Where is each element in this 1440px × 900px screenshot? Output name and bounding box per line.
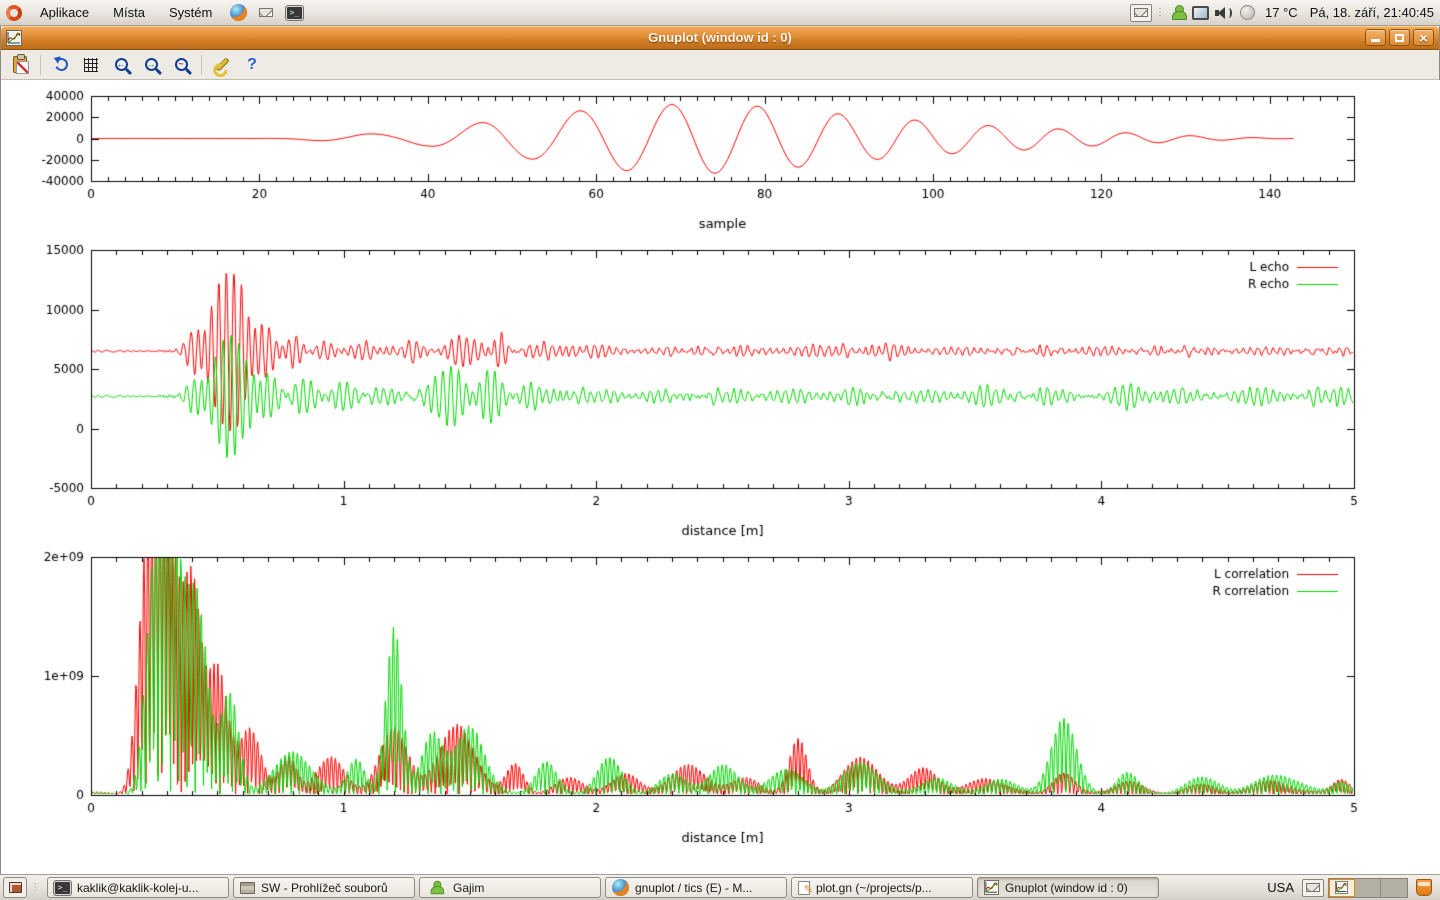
configure-button[interactable] <box>209 53 235 77</box>
task-label: plot.gn (~/projects/p... <box>816 881 932 895</box>
gnuplot-icon <box>984 880 999 895</box>
firefox-icon <box>612 879 629 896</box>
message-icon <box>1134 8 1148 17</box>
envelope-icon <box>259 8 273 17</box>
ubuntu-logo-icon <box>6 5 22 21</box>
window-titlebar[interactable]: Gnuplot (window id : 0) × <box>1 26 1439 50</box>
task-label: Gajim <box>453 881 484 895</box>
wrench-icon <box>215 57 229 71</box>
task-label: SW - Prohlížeč souborů <box>261 881 388 895</box>
task-text-editor[interactable]: plot.gn (~/projects/p... <box>791 877 973 898</box>
menu-applications[interactable]: Aplikace <box>28 0 101 25</box>
plot-surface <box>1 80 1440 874</box>
autoscale-button[interactable]: ~ <box>168 53 194 77</box>
text-editor-icon <box>798 881 810 895</box>
maximize-button[interactable] <box>1389 29 1410 46</box>
display-icon[interactable] <box>1192 6 1209 20</box>
toggle-grid-button[interactable] <box>78 53 104 77</box>
autoscale-icon: ~ <box>175 58 188 71</box>
workspace-applet-message[interactable] <box>1302 879 1324 897</box>
zoom-previous-icon: ← <box>115 58 128 71</box>
task-gnuplot[interactable]: Gnuplot (window id : 0) <box>977 877 1159 898</box>
task-label: Gnuplot (window id : 0) <box>1005 881 1128 895</box>
gnuplot-toolbar: ← → ~ ? <box>1 50 1439 80</box>
help-icon: ? <box>247 56 257 74</box>
zoom-next-icon: → <box>145 58 158 71</box>
workspace-2[interactable] <box>1355 879 1381 897</box>
show-desktop-button[interactable] <box>3 877 27 898</box>
applications-menu-button[interactable] <box>3 2 25 24</box>
email-launcher[interactable] <box>255 2 277 24</box>
gajim-icon <box>431 881 443 895</box>
menu-places[interactable]: Místa <box>101 0 157 25</box>
copy-to-clipboard-icon <box>13 56 27 73</box>
task-label: gnuplot / tics (E) - M... <box>635 881 752 895</box>
menu-system[interactable]: Systém <box>157 0 224 25</box>
zoom-previous-button[interactable]: ← <box>108 53 134 77</box>
window-controls: × <box>1365 29 1439 46</box>
top-panel: Aplikace Místa Systém >_ ⋮ 17 °C Pá, 18.… <box>0 0 1440 26</box>
gnuplot-charts[interactable] <box>1 80 1440 874</box>
file-manager-icon <box>240 882 255 894</box>
toolbar-separator <box>40 55 41 75</box>
mail-notifier[interactable] <box>1130 4 1152 22</box>
applet-handle: ⋮ <box>30 882 40 893</box>
toolbar-separator <box>201 55 202 75</box>
maximize-icon <box>1395 34 1404 42</box>
task-gajim[interactable]: Gajim <box>419 877 601 898</box>
gnuplot-icon <box>1335 881 1348 894</box>
grid-icon <box>84 58 98 72</box>
taskbar: ⋮ >_ kaklik@kaklik-kolej-u... SW - Prohl… <box>0 874 1440 900</box>
task-label: kaklik@kaklik-kolej-u... <box>77 881 199 895</box>
user-switcher-icon[interactable] <box>1172 5 1185 20</box>
keyboard-layout-indicator[interactable]: USA <box>1267 880 1294 895</box>
show-desktop-icon <box>9 882 22 893</box>
terminal-launcher[interactable]: >_ <box>283 2 305 24</box>
zoom-next-button[interactable]: → <box>138 53 164 77</box>
replot-button[interactable] <box>48 53 74 77</box>
task-firefox[interactable]: gnuplot / tics (E) - M... <box>605 877 787 898</box>
task-terminal[interactable]: >_ kaklik@kaklik-kolej-u... <box>47 877 229 898</box>
firefox-launcher[interactable] <box>227 2 249 24</box>
clock[interactable]: Pá, 18. září, 21:40:45 <box>1304 5 1440 20</box>
volume-icon[interactable] <box>1215 6 1233 20</box>
task-file-manager[interactable]: SW - Prohlížeč souborů <box>233 877 415 898</box>
terminal-icon: >_ <box>54 881 71 895</box>
close-icon: × <box>1419 31 1427 45</box>
terminal-icon: >_ <box>286 6 303 20</box>
trash-applet[interactable] <box>1416 879 1432 896</box>
gnuplot-window-icon <box>6 30 22 46</box>
minimize-button[interactable] <box>1365 29 1386 46</box>
copy-to-clipboard-button[interactable] <box>7 53 33 77</box>
firefox-icon <box>230 4 247 21</box>
replot-icon <box>53 56 70 73</box>
weather-icon[interactable] <box>1240 5 1255 20</box>
workspace-1[interactable] <box>1329 879 1355 897</box>
message-icon <box>1306 883 1320 892</box>
window-title: Gnuplot (window id : 0) <box>1 30 1439 45</box>
help-button[interactable]: ? <box>239 53 265 77</box>
workspace-3[interactable] <box>1381 879 1407 897</box>
volume-wave <box>1226 8 1232 18</box>
temperature-label: 17 °C <box>1259 5 1304 20</box>
gnuplot-window: Gnuplot (window id : 0) × ← → ~ ? <box>0 26 1440 874</box>
close-button[interactable]: × <box>1413 29 1434 46</box>
applet-handle: ⋮ <box>1155 7 1165 18</box>
workspace-switcher <box>1328 878 1408 898</box>
minimize-icon <box>1371 39 1380 42</box>
